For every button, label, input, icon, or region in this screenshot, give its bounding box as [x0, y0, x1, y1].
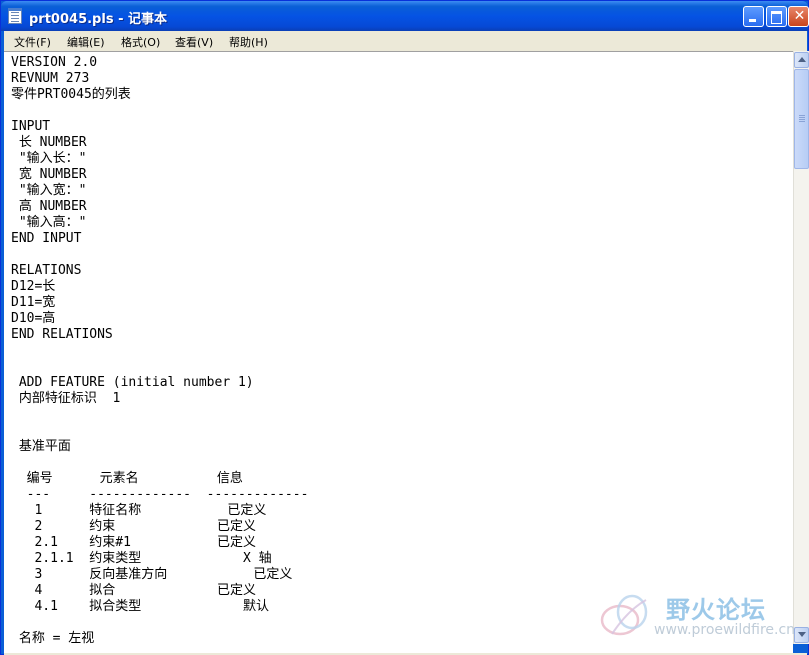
- text-line: 2.1.1 约束类型 X 轴: [11, 551, 272, 566]
- text-line: 名称 = 左视: [11, 631, 95, 646]
- text-line: "输入宽：": [11, 183, 87, 198]
- text-line: 内部特征标识 1: [11, 391, 121, 406]
- menu-view[interactable]: 查看(V): [175, 34, 213, 50]
- scroll-down-button[interactable]: [794, 627, 809, 643]
- text-line: VERSION 2.0: [11, 55, 98, 70]
- vertical-scrollbar[interactable]: [793, 51, 809, 644]
- text-line: 编号 元素名 信息: [11, 471, 243, 486]
- arrow-up-icon: [798, 57, 806, 62]
- text-line: D12=长: [11, 279, 56, 294]
- menu-help[interactable]: 帮助(H): [229, 34, 268, 50]
- text-line: 长 NUMBER: [11, 135, 87, 150]
- text-line: 2.1 约束#1 已定义: [11, 535, 257, 550]
- text-line: RELATIONS: [11, 263, 82, 278]
- menu-bar: 文件(F) 编辑(E) 格式(O) 查看(V) 帮助(H): [4, 31, 807, 51]
- menu-file[interactable]: 文件(F): [14, 34, 51, 50]
- scroll-thumb[interactable]: [794, 69, 809, 169]
- grip-icon: [799, 115, 805, 116]
- maximize-button[interactable]: [766, 6, 787, 27]
- maximize-icon: [771, 11, 782, 24]
- text-line: D10=高: [11, 311, 56, 326]
- title-bar[interactable]: prt0045.pls - 记事本 ✕: [1, 1, 809, 31]
- notepad-window: prt0045.pls - 记事本 ✕ 文件(F) 编辑(E) 格式(O) 查看…: [0, 0, 809, 655]
- text-line: 4 拟合 已定义: [11, 583, 257, 598]
- text-line: ADD FEATURE (initial number 1): [11, 375, 254, 390]
- text-line: REVNUM 273: [11, 71, 90, 86]
- text-line: 高 NUMBER: [11, 199, 87, 214]
- text-line: 2 约束 已定义: [11, 519, 257, 534]
- arrow-down-icon: [798, 632, 806, 637]
- text-line: INPUT: [11, 119, 51, 134]
- text-line: "输入长：": [11, 151, 87, 166]
- text-line: "输入高：": [11, 215, 87, 230]
- text-line: 1 特征名称 已定义: [11, 503, 267, 518]
- menu-format[interactable]: 格式(O): [121, 34, 160, 50]
- text-line: 3 反向基准方向 已定义: [11, 567, 293, 582]
- text-line: 宽 NUMBER: [11, 167, 87, 182]
- window-title: prt0045.pls - 记事本: [29, 12, 167, 27]
- text-line: END INPUT: [11, 231, 82, 246]
- minimize-button[interactable]: [743, 6, 764, 27]
- text-line: END RELATIONS: [11, 327, 113, 342]
- text-line: 零件PRT0045的列表: [11, 87, 131, 102]
- text-line: 4.1 拟合类型 默认: [11, 599, 270, 614]
- text-editor-area[interactable]: VERSION 2.0 REVNUM 273 零件PRT0045的列表 INPUT 长…: [4, 51, 793, 653]
- menu-edit[interactable]: 编辑(E): [67, 34, 105, 50]
- text-line: 基准平面: [11, 439, 71, 454]
- notepad-icon[interactable]: [8, 8, 22, 24]
- text-line: D11=宽: [11, 295, 56, 310]
- close-icon: ✕: [793, 8, 806, 24]
- close-button[interactable]: ✕: [788, 6, 809, 27]
- text-line: --- ------------- -------------: [11, 487, 309, 502]
- scroll-up-button[interactable]: [794, 52, 809, 68]
- minimize-icon: [749, 19, 756, 22]
